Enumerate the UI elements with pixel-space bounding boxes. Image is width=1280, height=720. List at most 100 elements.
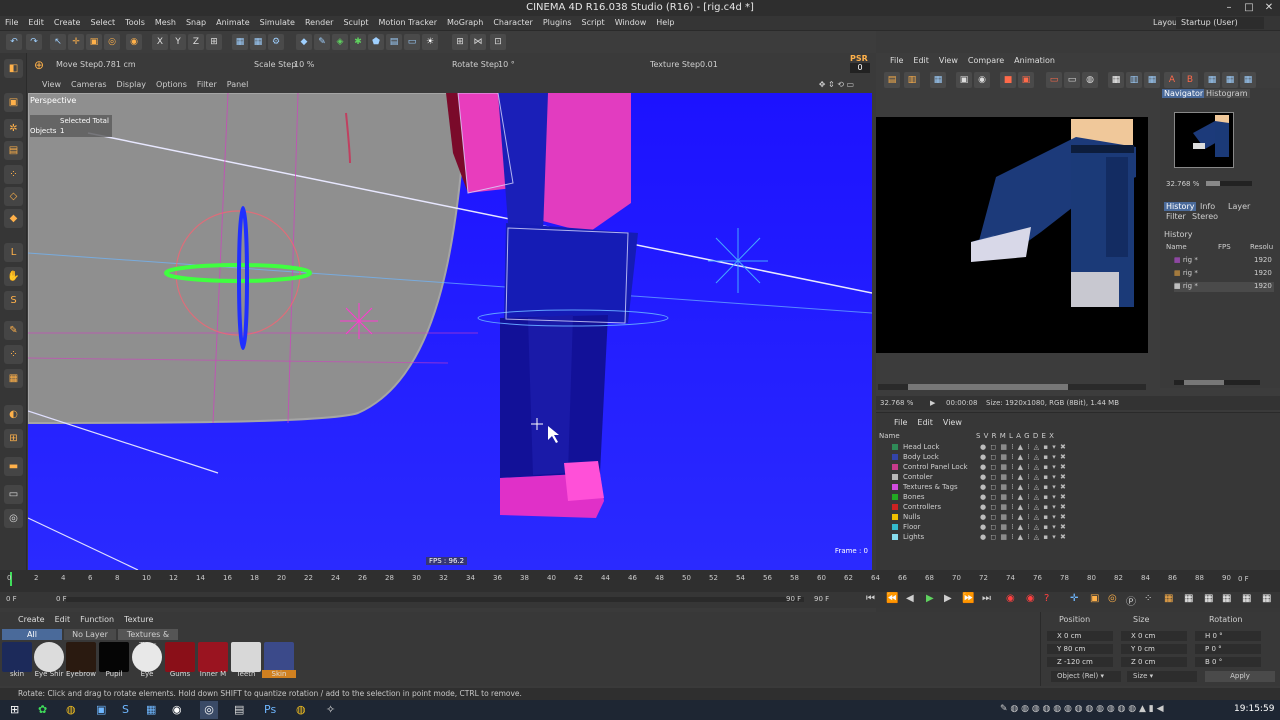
compare-b-icon[interactable]: ▭: [1064, 72, 1080, 88]
menu-item[interactable]: MoGraph: [442, 16, 488, 30]
layout-b-icon[interactable]: ▦: [1204, 593, 1213, 604]
key-pos-icon[interactable]: ✛: [1070, 593, 1078, 604]
object-flags-icon[interactable]: ● ◻ ▦ ⁞ ▲ ⁞ ◬ ▪ ▾ ✖: [980, 452, 1067, 462]
object-row[interactable]: Nulls ● ◻ ▦ ⁞ ▲ ⁞ ◬ ▪ ▾ ✖: [876, 512, 1280, 522]
subdivision-icon[interactable]: ◈: [332, 34, 348, 50]
material-swatch[interactable]: [231, 642, 261, 672]
rotate-icon[interactable]: ◎: [104, 34, 120, 50]
stop-icon[interactable]: ■: [1000, 72, 1016, 88]
render-pv-icon[interactable]: ▦: [250, 34, 266, 50]
compare-icon[interactable]: ◍: [1082, 72, 1098, 88]
object-flags-icon[interactable]: ● ◻ ▦ ⁞ ▲ ⁞ ◬ ▪ ▾ ✖: [980, 522, 1067, 532]
rot-p-field[interactable]: P 0 °: [1195, 644, 1261, 654]
pv-a-icon[interactable]: A: [1164, 72, 1180, 88]
key-scale-icon[interactable]: ▣: [1090, 593, 1099, 604]
render-image[interactable]: [876, 117, 1148, 353]
app-icon-1[interactable]: ✿: [38, 703, 47, 716]
light-icon[interactable]: ☀: [422, 34, 438, 50]
viewport-menu-item[interactable]: Cameras: [71, 80, 107, 89]
layer-tab[interactable]: Layer: [1226, 202, 1252, 211]
grid-snap-icon[interactable]: ▦: [4, 369, 23, 388]
menu-item[interactable]: Create: [49, 16, 86, 30]
rot-b-field[interactable]: B 0 °: [1195, 657, 1261, 667]
pv-menu-item[interactable]: Edit: [913, 56, 929, 65]
scheme-icon[interactable]: ▦: [1164, 593, 1173, 604]
pv-tool3-icon[interactable]: ▦: [1240, 72, 1256, 88]
menu-item[interactable]: Character: [488, 16, 538, 30]
size-z-field[interactable]: Z 0 cm: [1121, 657, 1187, 667]
history-row[interactable]: ▦ rig * 1920: [1174, 256, 1274, 266]
material-swatch[interactable]: [165, 642, 195, 672]
object-row[interactable]: Controllers ● ◻ ▦ ⁞ ▲ ⁞ ◬ ▪ ▾ ✖: [876, 502, 1280, 512]
filter-textures-tab[interactable]: Textures & Tags: [118, 629, 178, 650]
pos-y-field[interactable]: Y 80 cm: [1047, 644, 1113, 654]
render-settings-icon[interactable]: ⚙: [268, 34, 284, 50]
material-swatch[interactable]: [132, 642, 162, 672]
key-param-icon[interactable]: Ⓟ: [1126, 593, 1136, 608]
pv-b-icon[interactable]: B: [1182, 72, 1198, 88]
record-icon[interactable]: ◎: [4, 509, 23, 528]
menu-item[interactable]: Sculpt: [338, 16, 373, 30]
cloner-icon[interactable]: ✱: [350, 34, 366, 50]
mat-menu-item[interactable]: Edit: [55, 615, 71, 624]
axis-mode-icon[interactable]: L: [4, 243, 23, 262]
material-swatch[interactable]: [264, 642, 294, 672]
size-y-field[interactable]: Y 0 cm: [1121, 644, 1187, 654]
undo-icon[interactable]: ↶: [6, 34, 22, 50]
texture-mode-icon[interactable]: ✲: [4, 119, 23, 138]
move-step-value[interactable]: 0.781 cm: [98, 60, 136, 69]
mat-menu-item[interactable]: Texture: [124, 615, 153, 624]
coord-mode-select[interactable]: Object (Rel) ▾: [1051, 671, 1121, 682]
mat-menu-item[interactable]: Function: [80, 615, 114, 624]
film-icon[interactable]: ▬: [4, 457, 23, 476]
viewport-nav-icons[interactable]: ✥ ⇕ ⟲ ▭: [819, 80, 854, 89]
sculpt-icon[interactable]: ✎: [4, 321, 23, 340]
play-small-icon[interactable]: ▶: [930, 396, 935, 410]
object-flags-icon[interactable]: ● ◻ ▦ ⁞ ▲ ⁞ ◬ ▪ ▾ ✖: [980, 472, 1067, 482]
tray-icons[interactable]: ✎ ◍ ◍ ◍ ◍ ◍ ◍ ◍ ◍ ◍ ◍ ◍ ◍ ▲ ▮ ◀: [1000, 704, 1164, 714]
size-mode-select[interactable]: Size ▾: [1127, 671, 1197, 682]
solo-icon[interactable]: ◐: [4, 405, 23, 424]
app-icon-3[interactable]: ▤: [234, 703, 244, 716]
pen-icon[interactable]: ✎: [314, 34, 330, 50]
coord-system-icon[interactable]: ⊞: [206, 34, 222, 50]
prev-frame-icon[interactable]: ◀: [906, 593, 914, 604]
object-row[interactable]: Lights ● ◻ ▦ ⁞ ▲ ⁞ ◬ ▪ ▾ ✖: [876, 532, 1280, 542]
redo-icon[interactable]: ↷: [26, 34, 42, 50]
pv-tool-icon[interactable]: ▦: [1204, 72, 1220, 88]
play-icon[interactable]: ▶: [926, 593, 934, 604]
goto-end-icon[interactable]: ⏭: [982, 593, 991, 604]
compare-a-icon[interactable]: ▭: [1046, 72, 1062, 88]
menu-item[interactable]: Render: [300, 16, 338, 30]
object-flags-icon[interactable]: ● ◻ ▦ ⁞ ▲ ⁞ ◬ ▪ ▾ ✖: [980, 502, 1067, 512]
app-icon-2[interactable]: ▦: [146, 703, 156, 716]
object-row[interactable]: Floor ● ◻ ▦ ⁞ ▲ ⁞ ◬ ▪ ▾ ✖: [876, 522, 1280, 532]
make-editable-icon[interactable]: ◧: [4, 59, 23, 78]
timeline-ruler[interactable]: 0 2 4 6 8 10 12 14 16 18 20 22 24 26 28 30 32 34 36 38 40 42 4…: [0, 570, 1280, 592]
object-flags-icon[interactable]: ● ◻ ▦ ⁞ ▲ ⁞ ◬ ▪ ▾ ✖: [980, 442, 1067, 452]
material-swatch[interactable]: [66, 642, 96, 672]
object-row[interactable]: Body Lock ● ◻ ▦ ⁞ ▲ ⁞ ◬ ▪ ▾ ✖: [876, 452, 1280, 462]
viewport-menu-item[interactable]: Filter: [197, 80, 217, 89]
object-row[interactable]: Bones ● ◻ ▦ ⁞ ▲ ⁞ ◬ ▪ ▾ ✖: [876, 492, 1280, 502]
pv-wipe-icon[interactable]: ▦: [1144, 72, 1160, 88]
om-menu-item[interactable]: Edit: [917, 418, 933, 427]
viewport-toggle-icon[interactable]: ▭: [4, 485, 23, 504]
apply-button[interactable]: Apply: [1205, 671, 1275, 682]
info-tab[interactable]: Info: [1198, 202, 1217, 211]
chrome-icon[interactable]: ◍: [296, 703, 306, 716]
tweak-icon[interactable]: ✋: [4, 267, 23, 286]
polygons-mode-icon[interactable]: ◆: [4, 209, 23, 228]
y-axis-icon[interactable]: Y: [170, 34, 186, 50]
mat-menu-item[interactable]: Create: [18, 615, 45, 624]
layout-d-icon[interactable]: ▦: [1242, 593, 1251, 604]
menu-item[interactable]: Simulate: [255, 16, 300, 30]
material-swatch[interactable]: [198, 642, 228, 672]
menu-item[interactable]: Window: [610, 16, 652, 30]
om-menu-item[interactable]: View: [943, 418, 962, 427]
floor-icon[interactable]: ▤: [386, 34, 402, 50]
snap-icon[interactable]: ⋈: [470, 34, 486, 50]
steam-icon[interactable]: ◉: [172, 703, 182, 716]
pv-menu-item[interactable]: File: [890, 56, 903, 65]
next-frame-icon[interactable]: ▶: [944, 593, 952, 604]
